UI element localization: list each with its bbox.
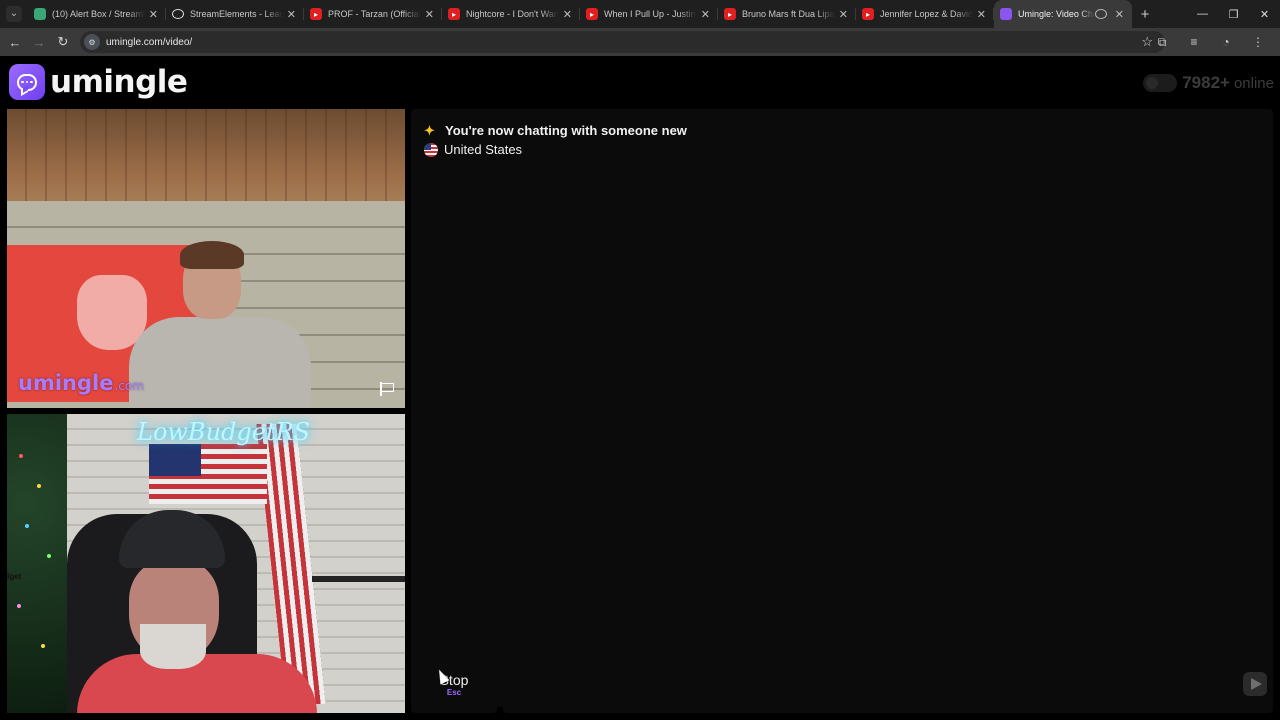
browser-tab[interactable]: ▸ Jennifer Lopez & David Guetta ✕ bbox=[856, 0, 994, 28]
browser-tab[interactable]: ▸ When I Pull Up - Justin Chambers ✕ bbox=[580, 0, 718, 28]
youtube-icon: ▸ bbox=[310, 8, 322, 20]
close-icon[interactable]: ✕ bbox=[425, 8, 434, 21]
browser-tab[interactable]: ▸ PROF - Tarzan (Official Music Video) ✕ bbox=[304, 0, 442, 28]
stop-shortcut: Esc bbox=[446, 687, 462, 697]
youtube-icon: ▸ bbox=[586, 8, 598, 20]
send-button[interactable] bbox=[1243, 672, 1267, 696]
theme-toggle[interactable] bbox=[1143, 74, 1178, 92]
streamlabs-icon bbox=[34, 8, 46, 20]
report-flag-icon[interactable] bbox=[379, 382, 395, 396]
neon-sign: LowBudgetRS bbox=[137, 418, 311, 446]
browser-tab-active[interactable]: Umingle: Video Chat ✕ bbox=[994, 0, 1132, 28]
self-video: LowBudgetRS lget bbox=[7, 414, 405, 713]
close-icon[interactable]: ✕ bbox=[701, 8, 710, 21]
browser-toolbar: ← → ↻ ⚙ umingle.com/video/ ☆ ⧉ ≡ ◔ ⋮ bbox=[0, 28, 1280, 56]
browser-tab[interactable]: ▸ Nightcore - I Don't Wanna ✕ bbox=[442, 0, 580, 28]
window-controls: — ❐ ✕ bbox=[1187, 0, 1280, 28]
us-flag-icon bbox=[424, 142, 438, 157]
new-tab-button[interactable]: + bbox=[1132, 0, 1158, 28]
url-text: umingle.com/video/ bbox=[106, 36, 193, 48]
forward-button[interactable]: → bbox=[27, 28, 51, 56]
window-close-button[interactable]: ✕ bbox=[1249, 0, 1280, 28]
youtube-icon: ▸ bbox=[724, 8, 736, 20]
online-count: 7982+ bbox=[1182, 73, 1230, 92]
close-icon[interactable]: ✕ bbox=[149, 8, 158, 21]
back-button[interactable]: ← bbox=[3, 28, 27, 56]
logo-text: umingle bbox=[50, 64, 188, 100]
stranger-video: umingle.com bbox=[7, 109, 405, 408]
system-message: ✦ You're now chatting with someone new bbox=[424, 123, 687, 138]
youtube-icon: ▸ bbox=[862, 8, 874, 20]
overlay-side-text: lget bbox=[7, 572, 22, 581]
tab-title: Umingle: Video Chat bbox=[1018, 9, 1095, 19]
chat-bubble-icon bbox=[9, 64, 45, 100]
system-message-text: You're now chatting with someone new bbox=[445, 123, 687, 138]
site-info-icon[interactable]: ⚙ bbox=[84, 34, 100, 50]
chat-controls: Stop Esc bbox=[411, 657, 1273, 717]
profile-icon[interactable]: ◔ bbox=[1210, 28, 1242, 56]
online-label: online bbox=[1233, 74, 1274, 92]
send-icon bbox=[1250, 678, 1262, 690]
tab-title: PROF - Tarzan (Official Music Video) bbox=[328, 9, 421, 19]
tab-title: (10) Alert Box / Streamlabs bbox=[52, 9, 145, 19]
streamelements-icon bbox=[172, 9, 184, 19]
online-indicator: 7982+ online bbox=[1143, 73, 1274, 93]
chevron-down-icon: ⌄ bbox=[6, 6, 22, 22]
recording-icon bbox=[1094, 9, 1107, 19]
page: umingle 7982+ online umingle.com LowBudg… bbox=[0, 56, 1280, 720]
restore-button[interactable]: ❐ bbox=[1218, 0, 1249, 28]
sparkles-icon: ✦ bbox=[424, 123, 435, 138]
tab-title: When I Pull Up - Justin Chambers bbox=[604, 9, 697, 19]
media-controls-icon[interactable]: ≡ bbox=[1178, 28, 1210, 56]
browser-tab[interactable]: ▸ Bruno Mars ft Dua Lipa - ✕ bbox=[718, 0, 856, 28]
close-icon[interactable]: ✕ bbox=[839, 8, 848, 21]
umingle-watermark: umingle.com bbox=[18, 371, 144, 395]
reload-button[interactable]: ↻ bbox=[51, 28, 75, 56]
tab-title: Bruno Mars ft Dua Lipa - bbox=[742, 9, 835, 19]
menu-icon[interactable]: ⋮ bbox=[1242, 28, 1274, 56]
umingle-icon bbox=[1000, 8, 1012, 20]
tab-title: Nightcore - I Don't Wanna bbox=[466, 9, 559, 19]
site-logo[interactable]: umingle bbox=[9, 64, 188, 100]
address-bar[interactable]: ⚙ umingle.com/video/ ☆ bbox=[80, 31, 1165, 53]
extensions-icon[interactable]: ⧉ bbox=[1146, 28, 1178, 56]
close-icon[interactable]: ✕ bbox=[287, 8, 296, 21]
wall-flag bbox=[149, 444, 267, 504]
youtube-icon: ▸ bbox=[448, 8, 460, 20]
tab-strip: ⌄ (10) Alert Box / Streamlabs ✕ StreamEl… bbox=[0, 0, 1280, 28]
browser-tab[interactable]: (10) Alert Box / Streamlabs ✕ bbox=[28, 0, 166, 28]
close-icon[interactable]: ✕ bbox=[1115, 8, 1124, 21]
stop-button[interactable]: Stop Esc bbox=[411, 657, 497, 713]
tab-title: Jennifer Lopez & David Guetta bbox=[880, 9, 973, 19]
close-icon[interactable]: ✕ bbox=[563, 8, 572, 21]
tab-title: StreamElements - Leaderboard bbox=[190, 9, 283, 19]
minimize-button[interactable]: — bbox=[1187, 0, 1218, 28]
browser-tab[interactable]: StreamElements - Leaderboard ✕ bbox=[166, 0, 304, 28]
christmas-tree bbox=[7, 414, 67, 713]
message-input[interactable] bbox=[503, 657, 1273, 713]
chat-panel: ✦ You're now chatting with someone new U… bbox=[411, 109, 1273, 707]
country-info: United States bbox=[424, 142, 522, 157]
close-icon[interactable]: ✕ bbox=[977, 8, 986, 21]
tab-search-button[interactable]: ⌄ bbox=[0, 0, 28, 28]
country-name: United States bbox=[444, 142, 523, 157]
